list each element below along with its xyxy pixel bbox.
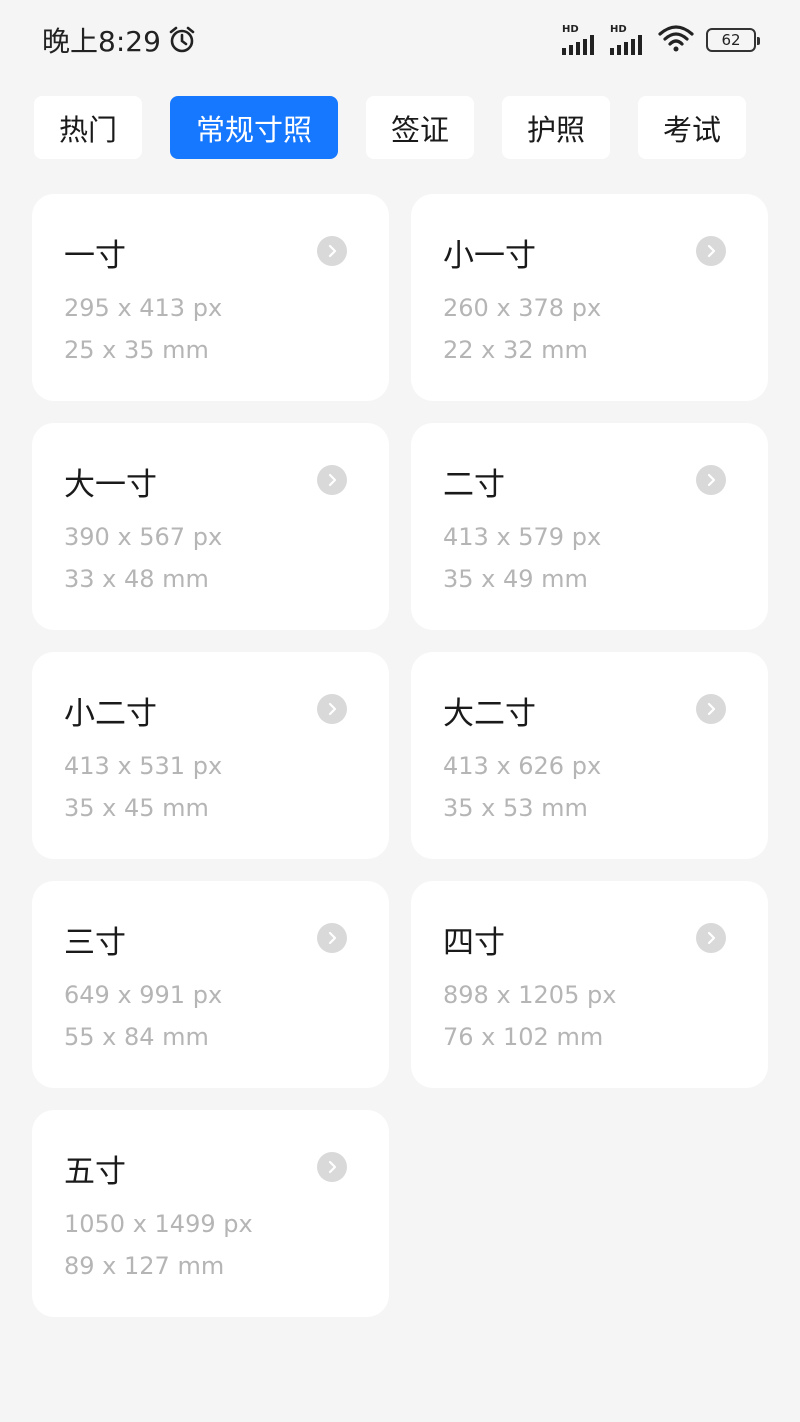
size-millimeters: 35 x 53 mm	[443, 794, 588, 822]
size-millimeters: 76 x 102 mm	[443, 1023, 604, 1051]
size-card[interactable]: 一寸 295 x 413 px 25 x 35 mm	[32, 194, 389, 401]
clock-text: 晚上8:29	[42, 25, 161, 58]
size-card[interactable]: 三寸 649 x 991 px 55 x 84 mm	[32, 881, 389, 1088]
tab-label: 常规寸照	[195, 112, 312, 147]
wifi-icon	[658, 24, 694, 56]
size-pixels: 649 x 991 px	[64, 981, 223, 1009]
size-name: 大二寸	[443, 696, 536, 732]
tab-label: 热门	[58, 112, 117, 147]
size-name: 五寸	[64, 1154, 126, 1190]
size-name: 小一寸	[443, 238, 536, 274]
size-pixels: 390 x 567 px	[64, 523, 223, 551]
size-name: 小二寸	[64, 696, 157, 732]
category-tabs: 热门 常规寸照 签证 护照 考试	[34, 96, 746, 159]
size-millimeters: 55 x 84 mm	[64, 1023, 209, 1051]
size-pixels: 260 x 378 px	[443, 294, 602, 322]
size-card[interactable]: 四寸 898 x 1205 px 76 x 102 mm	[411, 881, 768, 1088]
size-card[interactable]: 小一寸 260 x 378 px 22 x 32 mm	[411, 194, 768, 401]
size-pixels: 898 x 1205 px	[443, 981, 617, 1009]
chevron-right-icon	[696, 694, 726, 724]
size-millimeters: 33 x 48 mm	[64, 565, 209, 593]
size-millimeters: 25 x 35 mm	[64, 336, 209, 364]
chevron-right-icon	[696, 465, 726, 495]
size-name: 大一寸	[64, 467, 157, 503]
tab-label: 签证	[390, 112, 449, 147]
size-millimeters: 22 x 32 mm	[443, 336, 588, 364]
tab-label: 考试	[662, 112, 721, 147]
size-name: 二寸	[443, 467, 505, 503]
signal-hd-label: HD	[562, 24, 579, 35]
size-millimeters: 89 x 127 mm	[64, 1252, 225, 1280]
size-card[interactable]: 五寸 1050 x 1499 px 89 x 127 mm	[32, 1110, 389, 1317]
signal-icon: HD	[562, 25, 598, 55]
signal-hd-label: HD	[610, 24, 627, 35]
tab-exam[interactable]: 考试	[638, 96, 746, 159]
size-name: 四寸	[443, 925, 505, 961]
chevron-right-icon	[317, 465, 347, 495]
status-icons: HD HD 62	[562, 24, 760, 56]
size-name: 一寸	[64, 238, 126, 274]
size-pixels: 413 x 531 px	[64, 752, 223, 780]
alarm-icon	[167, 25, 197, 55]
size-pixels: 413 x 579 px	[443, 523, 602, 551]
size-pixels: 1050 x 1499 px	[64, 1210, 253, 1238]
chevron-right-icon	[317, 1152, 347, 1182]
size-millimeters: 35 x 49 mm	[443, 565, 588, 593]
size-card[interactable]: 大一寸 390 x 567 px 33 x 48 mm	[32, 423, 389, 630]
chevron-right-icon	[317, 694, 347, 724]
size-millimeters: 35 x 45 mm	[64, 794, 209, 822]
tab-regular-photo[interactable]: 常规寸照	[170, 96, 338, 159]
size-pixels: 295 x 413 px	[64, 294, 223, 322]
status-time: 晚上8:29	[42, 20, 197, 60]
size-card[interactable]: 小二寸 413 x 531 px 35 x 45 mm	[32, 652, 389, 859]
status-bar: 晚上8:29 HD HD 62	[0, 0, 800, 78]
tab-label: 护照	[526, 112, 585, 147]
chevron-right-icon	[317, 236, 347, 266]
size-name: 三寸	[64, 925, 126, 961]
chevron-right-icon	[317, 923, 347, 953]
size-pixels: 413 x 626 px	[443, 752, 602, 780]
tab-hot[interactable]: 热门	[34, 96, 142, 159]
tab-passport[interactable]: 护照	[502, 96, 610, 159]
size-grid: 一寸 295 x 413 px 25 x 35 mm 小一寸 260 x 378…	[32, 194, 768, 1317]
battery-icon: 62	[706, 28, 760, 52]
size-card[interactable]: 大二寸 413 x 626 px 35 x 53 mm	[411, 652, 768, 859]
signal-icon: HD	[610, 25, 646, 55]
tab-visa[interactable]: 签证	[366, 96, 474, 159]
chevron-right-icon	[696, 236, 726, 266]
chevron-right-icon	[696, 923, 726, 953]
size-card[interactable]: 二寸 413 x 579 px 35 x 49 mm	[411, 423, 768, 630]
battery-level: 62	[721, 31, 741, 49]
